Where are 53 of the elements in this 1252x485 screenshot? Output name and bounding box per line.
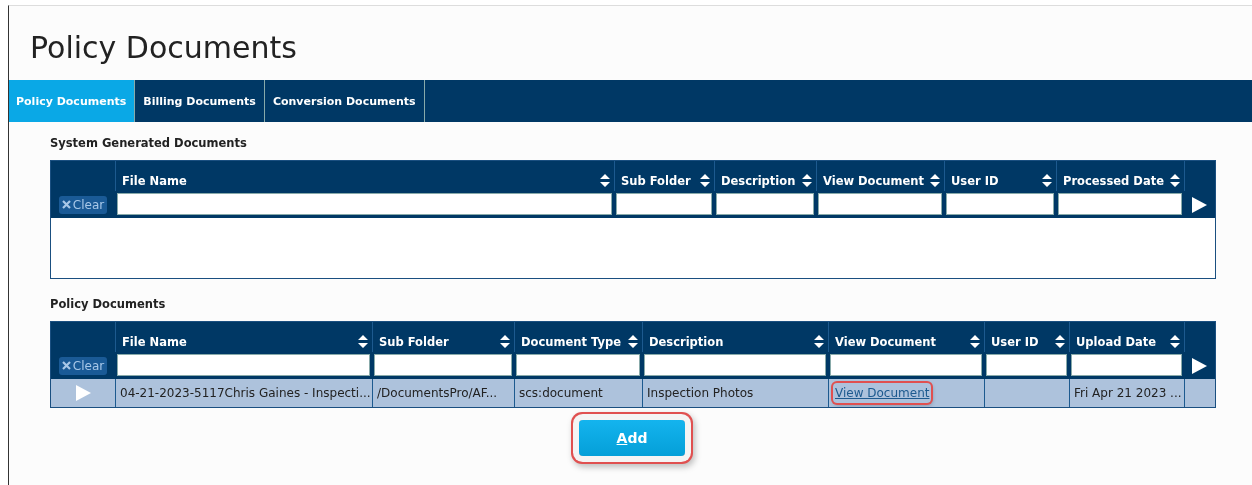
sort-icon[interactable] — [628, 335, 638, 349]
column-header[interactable]: View Document — [823, 174, 924, 188]
sort-icon[interactable] — [1170, 174, 1180, 188]
sort-icon[interactable] — [930, 174, 940, 188]
filter-field[interactable] — [616, 193, 712, 215]
clear-button[interactable]: Clear — [58, 195, 108, 214]
sort-icon[interactable] — [600, 174, 610, 188]
section-heading: System Generated Documents — [50, 136, 248, 152]
table-cell: /DocumentsPro/AF... — [377, 386, 498, 400]
column-header[interactable]: Upload Date — [1076, 335, 1156, 349]
table-cell: Fri Apr 21 2023 ... — [1074, 386, 1182, 400]
sort-icon[interactable] — [970, 335, 980, 349]
filter-field[interactable] — [644, 354, 826, 376]
filter-field[interactable] — [830, 354, 982, 376]
clear-button[interactable]: Clear — [58, 356, 108, 375]
sort-icon[interactable] — [358, 335, 368, 349]
filter-field[interactable] — [986, 354, 1067, 376]
table-cell: Inspection Photos — [647, 386, 754, 400]
column-header[interactable]: User ID — [951, 174, 999, 188]
sort-icon[interactable] — [700, 174, 710, 188]
close-icon — [61, 361, 71, 370]
filter-field[interactable] — [117, 354, 370, 376]
filter-field[interactable] — [1058, 193, 1182, 215]
close-icon — [61, 200, 71, 209]
play-icon[interactable] — [1190, 196, 1207, 213]
filter-field[interactable] — [374, 354, 512, 376]
filter-field[interactable] — [516, 354, 640, 376]
column-header[interactable]: Sub Folder — [379, 335, 449, 349]
column-header[interactable]: Sub Folder — [621, 174, 691, 188]
sort-icon[interactable] — [500, 335, 510, 349]
filter-field[interactable] — [1071, 354, 1182, 376]
column-header[interactable]: File Name — [122, 335, 187, 349]
section-heading: Policy Documents — [50, 297, 167, 313]
column-header[interactable]: Description — [649, 335, 724, 349]
column-header[interactable]: View Document — [835, 335, 936, 349]
view-document-link[interactable]: View Document — [833, 383, 932, 403]
column-header[interactable]: File Name — [122, 174, 187, 188]
filter-field[interactable] — [946, 193, 1054, 215]
column-header[interactable]: Processed Date — [1063, 174, 1164, 188]
column-header[interactable]: Document Type — [521, 335, 621, 349]
play-icon[interactable] — [1190, 357, 1207, 374]
column-header[interactable]: Description — [721, 174, 796, 188]
filter-field[interactable] — [716, 193, 814, 215]
table-cell: scs:document — [519, 386, 603, 400]
filter-field[interactable] — [117, 193, 612, 215]
table-cell: 04-21-2023-5117Chris Gaines - Inspecti... — [120, 386, 371, 400]
filter-field[interactable] — [818, 193, 942, 215]
column-header[interactable]: User ID — [991, 335, 1039, 349]
sort-icon[interactable] — [802, 174, 812, 188]
sort-icon[interactable] — [1055, 335, 1065, 349]
sort-icon[interactable] — [814, 335, 824, 349]
sort-icon[interactable] — [1170, 335, 1180, 349]
sort-icon[interactable] — [1042, 174, 1052, 188]
